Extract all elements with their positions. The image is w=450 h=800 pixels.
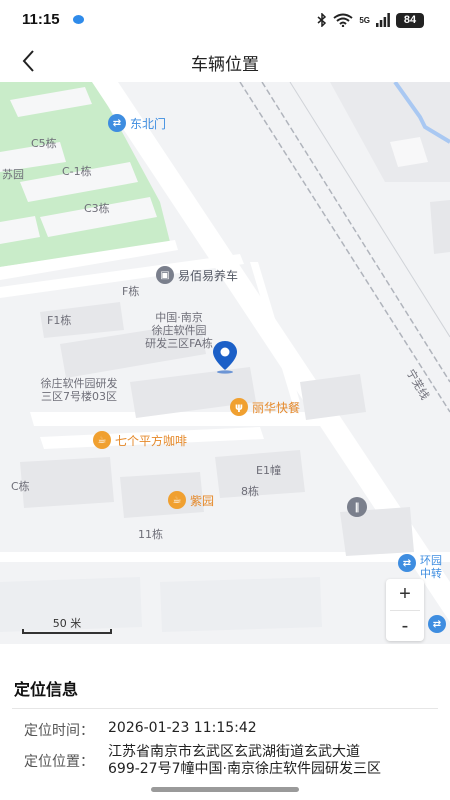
location-pin-icon[interactable] — [210, 340, 240, 374]
poi-restroom[interactable]: ‖ — [347, 497, 367, 517]
status-time: 11:15 — [22, 11, 60, 28]
battery-indicator: 84 — [396, 12, 424, 28]
poi-ziyuan[interactable]: ☕ 紫园 — [168, 491, 214, 509]
location-label: 定位位置： — [24, 754, 94, 770]
page-title: 车辆位置 — [191, 55, 259, 75]
poi-lihua[interactable]: ψ 丽华快餐 — [230, 398, 300, 416]
map-label-c1: C-1栋 — [62, 165, 92, 178]
poi-dongbeimen[interactable]: ⇄ 东北门 — [108, 114, 166, 132]
header: 车辆位置 — [0, 40, 450, 82]
network-type: 5G — [359, 15, 370, 25]
transfer-icon: ⇄ — [398, 554, 416, 572]
map-label-c5: C5栋 — [31, 137, 57, 150]
status-icons: 5G 84 — [317, 11, 424, 29]
bluetooth-icon — [317, 13, 327, 27]
poi-transfer-2[interactable]: ⇄ — [428, 615, 446, 633]
entrance-icon: ⇄ — [108, 114, 126, 132]
map-scale: 50 米 — [20, 615, 114, 635]
zoom-control: + - — [386, 579, 424, 641]
restaurant-icon: ψ — [230, 398, 248, 416]
map-view[interactable]: ⇄ 东北门 C5栋 C-1栋 苏园 C3栋 ▣ 易佰易养车 F栋 F1栋 中国·… — [0, 82, 450, 644]
map-label-8: 8栋 — [241, 485, 259, 498]
location-value: 江苏省南京市玄武区玄武湖街道玄武大道 699-27号7幢中国·南京徐庄软件园研发… — [108, 744, 381, 777]
restroom-icon: ‖ — [347, 497, 367, 517]
map-label-suyuan: 苏园 — [2, 168, 24, 181]
map-label-xuzhuang: 徐庄软件园研发 三区7号楼03区 — [40, 377, 118, 403]
map-label-e1: E1幢 — [256, 464, 281, 477]
car-icon: ▣ — [156, 266, 174, 284]
map-label-c: C栋 — [11, 480, 30, 493]
tea-icon: ☕ — [168, 491, 186, 509]
home-indicator[interactable] — [151, 787, 299, 792]
poi-qige[interactable]: ☕ 七个平方咖啡 — [93, 431, 187, 449]
transfer-icon: ⇄ — [428, 615, 446, 633]
signal-icon — [376, 13, 390, 27]
wifi-icon — [333, 13, 353, 27]
map-label-f: F栋 — [122, 285, 140, 298]
poi-huanyuan[interactable]: ⇄ 环园 中转 — [398, 554, 442, 580]
zoom-out-button[interactable]: - — [386, 611, 424, 642]
coffee-icon: ☕ — [93, 431, 111, 449]
map-label-f1: F1栋 — [47, 314, 72, 327]
status-bar: 11:15 5G 84 — [0, 0, 450, 40]
info-divider — [12, 708, 438, 709]
app-notification-icon — [73, 15, 84, 24]
time-label: 定位时间： — [24, 723, 94, 739]
info-title: 定位信息 — [14, 680, 79, 699]
info-row-location: 定位位置： 江苏省南京市玄武区玄武湖街道玄武大道 699-27号7幢中国·南京徐… — [24, 744, 381, 778]
info-row-time: 定位时间： 2026-01-23 11:15:42 — [24, 720, 257, 740]
scale-bar — [22, 629, 112, 634]
map-label-c3: C3栋 — [84, 202, 110, 215]
map-label-11: 11栋 — [138, 528, 163, 541]
zoom-in-button[interactable]: + — [386, 579, 424, 610]
poi-yibai[interactable]: ▣ 易佰易养车 — [156, 266, 238, 284]
time-value: 2026-01-23 11:15:42 — [108, 720, 257, 736]
